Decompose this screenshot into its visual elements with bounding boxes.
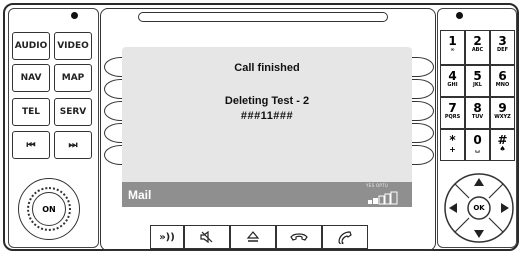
key-letters: WXYZ — [494, 114, 511, 120]
key-letters: PQRS — [444, 114, 461, 120]
call-status-text: Call finished — [234, 62, 300, 74]
next-track-button[interactable]: ⏭ — [54, 131, 92, 159]
indicator-dot-left — [71, 12, 78, 19]
nav-button[interactable]: NAV — [12, 64, 50, 92]
ok-button[interactable]: OK — [468, 201, 490, 215]
key-letters: TUV — [471, 114, 484, 120]
key-letters: ␣ — [474, 145, 480, 153]
previous-track-button[interactable]: ⏮ — [12, 131, 50, 159]
cd-slot — [138, 12, 388, 22]
deleting-text: Deleting Test - 2 — [224, 95, 310, 107]
key-number: 6 — [498, 69, 507, 83]
tel-button[interactable]: TEL — [12, 98, 50, 126]
key-number: 9 — [498, 101, 507, 115]
signal-strength-icon — [368, 190, 408, 205]
keypad-key-star[interactable]: * + — [440, 129, 465, 161]
voice-button[interactable]: »)) — [150, 225, 184, 249]
hang-up-button[interactable] — [276, 225, 322, 249]
mail-label: Mail — [128, 188, 152, 202]
key-letters: GHI — [447, 82, 458, 88]
key-letters: MNO — [495, 82, 510, 88]
indicator-dot-right — [456, 12, 463, 19]
call-icon — [338, 231, 352, 244]
key-letters: DEF — [497, 47, 508, 53]
hang-up-icon — [290, 233, 308, 241]
mute-button[interactable] — [184, 225, 230, 249]
map-button[interactable]: MAP — [54, 64, 92, 92]
key-number: 2 — [473, 34, 482, 48]
key-number: 5 — [473, 69, 482, 83]
keypad-key-1[interactable]: 1 ∞ — [440, 30, 465, 65]
key-number: 4 — [448, 69, 457, 83]
key-number: 3 — [498, 34, 507, 48]
keypad-key-9[interactable]: 9 WXYZ — [490, 97, 515, 129]
dialed-code-text: ###11### — [240, 110, 294, 122]
keypad-key-5[interactable]: 5 JKL — [465, 65, 490, 97]
key-letters: ♠ — [499, 145, 506, 153]
keypad-key-8[interactable]: 8 TUV — [465, 97, 490, 129]
keypad-key-6[interactable]: 6 MNO — [490, 65, 515, 97]
key-letters: JKL — [473, 82, 482, 88]
keypad-key-hash[interactable]: # ♠ — [490, 129, 515, 161]
key-number: 8 — [473, 101, 482, 115]
eject-icon — [246, 231, 260, 242]
audio-button[interactable]: AUDIO — [12, 32, 50, 60]
voice-icon: »)) — [159, 231, 175, 243]
keypad-key-2[interactable]: 2 ABC — [465, 30, 490, 65]
keypad-key-3[interactable]: 3 DEF — [490, 30, 515, 65]
call-button[interactable] — [322, 225, 368, 249]
power-knob[interactable]: ON — [32, 192, 66, 226]
keypad-key-7[interactable]: 7 PQRS — [440, 97, 465, 129]
key-letters: ∞ — [450, 47, 455, 53]
keypad-key-4[interactable]: 4 GHI — [440, 65, 465, 97]
mute-icon — [200, 231, 213, 243]
key-number: 1 — [448, 34, 457, 48]
eject-button[interactable] — [230, 225, 276, 249]
serv-button[interactable]: SERV — [54, 98, 92, 126]
key-letters: + — [449, 145, 456, 154]
video-button[interactable]: VIDEO — [54, 32, 92, 60]
signal-indicator-label: YES OPTU — [366, 183, 389, 188]
keypad-key-0[interactable]: 0 ␣ — [465, 129, 490, 161]
key-letters: ABC — [471, 47, 484, 53]
key-number: 7 — [448, 101, 457, 115]
